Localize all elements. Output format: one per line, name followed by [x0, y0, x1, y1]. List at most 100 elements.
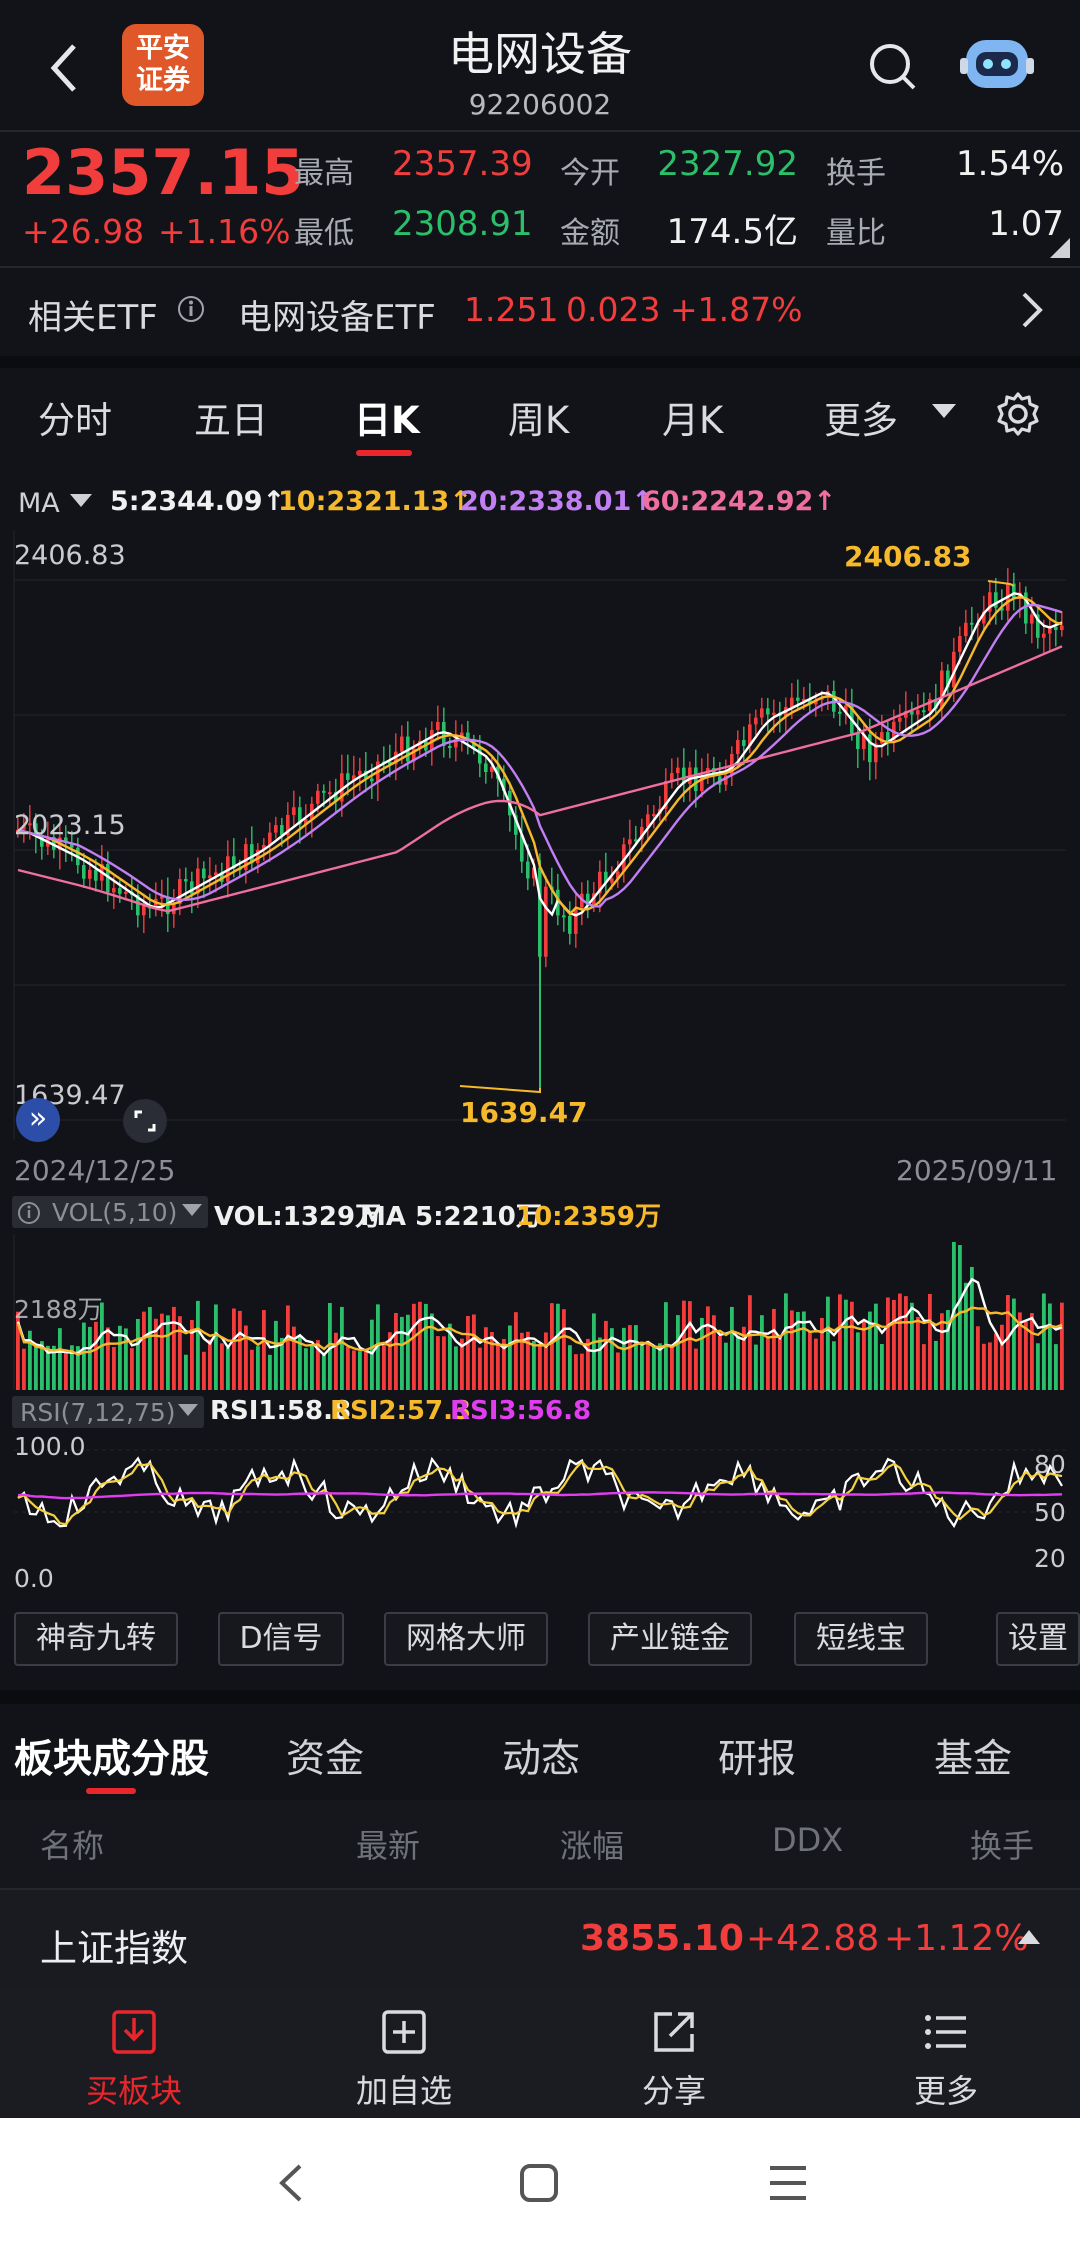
volume-bar	[838, 1294, 842, 1390]
volume-bar	[970, 1266, 974, 1390]
dropdown-arrow-icon[interactable]	[932, 404, 956, 420]
ma10-value: 10:2321.13↑	[278, 486, 472, 517]
expand-corner-icon[interactable]	[1050, 238, 1070, 258]
tool-settings[interactable]: 设置	[996, 1612, 1080, 1666]
candle-body	[868, 734, 872, 763]
tool-d-signal[interactable]: D信号	[218, 1612, 344, 1666]
more-menu-icon[interactable]	[922, 2008, 970, 2056]
volume-bar	[934, 1340, 938, 1390]
fast-forward-icon[interactable]: »	[16, 1098, 60, 1142]
start-date: 2024/12/25	[14, 1154, 176, 1187]
app-root: 平安 证券 电网设备 92206002 2357.15 +26.98 +1.16%…	[0, 0, 1080, 2249]
buy-sector-icon[interactable]	[110, 2008, 158, 2056]
turnover-value: 1.54%	[955, 144, 1064, 184]
collapse-arrow-icon[interactable]	[1018, 1930, 1040, 1946]
info-icon[interactable]	[176, 294, 206, 324]
tab-research[interactable]: 研报	[718, 1728, 796, 1784]
col-latest[interactable]: 最新	[356, 1821, 420, 1867]
volume-bar	[442, 1336, 446, 1390]
add-watchlist-button[interactable]: 加自选	[314, 2066, 494, 2112]
volume-bar	[262, 1310, 266, 1390]
last-price: 2357.15	[22, 136, 305, 209]
volume-bar	[604, 1320, 608, 1390]
col-turnover[interactable]: 换手	[970, 1821, 1034, 1867]
vol-axis-label: 2188万	[14, 1295, 103, 1324]
volume-bar	[736, 1335, 740, 1390]
candle-body	[742, 740, 746, 746]
col-name[interactable]: 名称	[40, 1821, 104, 1867]
nav-home-icon[interactable]	[518, 2162, 560, 2204]
buy-sector-button[interactable]: 买板块	[44, 2066, 224, 2112]
volume-bar	[112, 1346, 116, 1390]
volume-bar	[274, 1320, 278, 1390]
tab-intraday[interactable]: 分时	[38, 390, 112, 444]
volume-bar	[1000, 1324, 1004, 1390]
vol-dropdown-icon[interactable]	[182, 1204, 202, 1218]
volume-bar	[826, 1296, 830, 1390]
tool-magic-nine[interactable]: 神奇九转	[14, 1612, 178, 1666]
price-change-pct: +1.16%	[158, 212, 291, 251]
search-icon[interactable]	[866, 40, 918, 92]
share-icon[interactable]	[650, 2008, 698, 2056]
volume-chart[interactable]	[0, 1234, 1080, 1390]
volume-bar	[538, 1345, 542, 1390]
tab-weekly-k[interactable]: 周K	[508, 390, 569, 444]
active-tab-indicator	[356, 450, 412, 456]
chevron-right-icon[interactable]	[1016, 288, 1046, 332]
volume-bar	[1042, 1293, 1046, 1390]
ma10-line	[17, 596, 1063, 916]
candle-body	[208, 875, 212, 879]
volume-bar	[928, 1293, 932, 1390]
candle-body	[766, 708, 770, 715]
candle-body	[280, 825, 284, 836]
tool-short-term[interactable]: 短线宝	[794, 1612, 928, 1666]
vol-label: VOL(5,10)	[52, 1198, 178, 1227]
tool-grid-master[interactable]: 网格大师	[384, 1612, 548, 1666]
nav-back-icon[interactable]	[272, 2160, 312, 2206]
tab-daily-k[interactable]: 日K	[354, 390, 420, 444]
share-button[interactable]: 分享	[584, 2066, 764, 2112]
volume-bar	[808, 1330, 812, 1390]
kline-chart[interactable]	[0, 530, 1080, 1150]
rsi-chart[interactable]	[0, 1432, 1080, 1592]
rsi-dropdown-icon[interactable]	[178, 1404, 198, 1418]
price-axis-mid: 2023.15	[14, 810, 126, 841]
candle-body	[964, 622, 968, 637]
tab-more[interactable]: 更多	[824, 390, 898, 444]
robot-assistant-icon[interactable]	[960, 30, 1034, 96]
volume-bar	[436, 1336, 440, 1390]
ma-dropdown-icon[interactable]	[70, 494, 92, 508]
col-change-pct[interactable]: 涨幅	[560, 1821, 624, 1867]
add-watchlist-icon[interactable]	[380, 2008, 428, 2056]
col-ddx[interactable]: DDX	[772, 1821, 843, 1859]
volume-bar	[916, 1316, 920, 1390]
volume-bar	[418, 1301, 422, 1390]
active-section-indicator	[86, 1788, 136, 1794]
candle-body	[856, 733, 860, 749]
info-icon[interactable]	[16, 1200, 42, 1226]
volume-bar	[1054, 1344, 1058, 1390]
rsi-level-80: 80	[1034, 1450, 1066, 1479]
candle-body	[484, 763, 488, 773]
nav-recents-icon[interactable]	[766, 2162, 810, 2204]
tab-funds-flow[interactable]: 资金	[286, 1728, 364, 1784]
tool-chain-gold[interactable]: 产业链金	[588, 1612, 752, 1666]
low-callout-line	[459, 1085, 541, 1094]
gear-icon[interactable]	[994, 390, 1042, 438]
tab-five-day[interactable]: 五日	[194, 390, 268, 444]
fullscreen-icon[interactable]	[122, 1098, 168, 1144]
tab-constituents[interactable]: 板块成分股	[14, 1728, 209, 1784]
more-button[interactable]: 更多	[856, 2066, 1036, 2112]
volume-bar	[166, 1315, 170, 1390]
tab-news[interactable]: 动态	[502, 1728, 580, 1784]
candle-body	[316, 790, 320, 804]
candle-body	[940, 670, 944, 709]
volume-bar	[106, 1327, 110, 1390]
tab-fund[interactable]: 基金	[934, 1728, 1012, 1784]
tab-monthly-k[interactable]: 月K	[662, 390, 723, 444]
volume-bar	[322, 1354, 326, 1390]
candle-body	[544, 886, 548, 957]
volume-bar	[424, 1303, 428, 1390]
volume-bar	[340, 1306, 344, 1390]
rsi-level-50: 50	[1034, 1498, 1066, 1527]
